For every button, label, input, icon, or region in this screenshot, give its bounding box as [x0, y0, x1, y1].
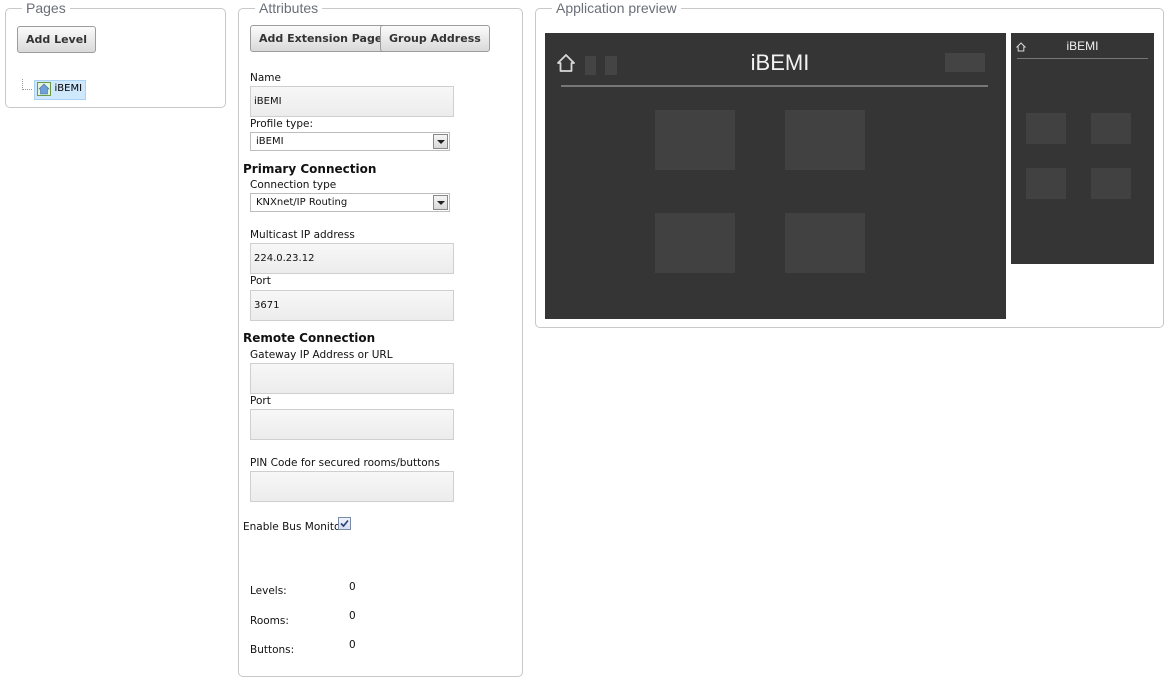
attributes-panel: Attributes Add Extension Page Group Addr…	[238, 0, 523, 677]
profile-type-select[interactable]: iBEMI	[250, 132, 450, 151]
application-preview-legend: Application preview	[552, 0, 681, 16]
levels-label: Levels:	[250, 585, 287, 597]
multicast-ip-label: Multicast IP address	[250, 229, 355, 241]
room-tile	[1026, 113, 1066, 144]
connection-type-value: KNXnet/IP Routing	[256, 197, 348, 208]
checkmark-icon	[340, 519, 349, 528]
dropdown-arrow-icon[interactable]	[433, 195, 448, 210]
primary-connection-heading: Primary Connection	[243, 162, 377, 176]
room-tile	[1091, 168, 1131, 199]
room-tile	[1091, 113, 1131, 144]
tree-connector	[22, 79, 32, 90]
room-tile	[1026, 168, 1066, 199]
tree-item-ibemi[interactable]: iBEMI	[34, 80, 87, 100]
rooms-value: 0	[349, 610, 356, 622]
pin-code-field[interactable]	[250, 471, 454, 502]
profile-type-label: Profile type:	[250, 118, 313, 130]
add-level-button[interactable]: Add Level	[17, 26, 96, 53]
remote-connection-heading: Remote Connection	[243, 331, 376, 345]
levels-value: 0	[349, 581, 356, 593]
connection-type-select[interactable]: KNXnet/IP Routing	[250, 193, 450, 212]
pages-legend: Pages	[22, 0, 70, 16]
home-page-icon	[37, 82, 51, 96]
buttons-label: Buttons:	[250, 644, 295, 656]
pages-panel: Pages Add Level iBEMI	[5, 0, 226, 108]
connection-type-label: Connection type	[250, 179, 337, 191]
attributes-legend: Attributes	[255, 0, 323, 16]
rooms-label: Rooms:	[250, 615, 289, 627]
name-label: Name	[250, 72, 281, 84]
header-divider	[1017, 58, 1148, 59]
buttons-value: 0	[349, 639, 356, 651]
group-address-button[interactable]: Group Address	[380, 25, 490, 52]
header-placeholder-button	[945, 53, 985, 72]
port-field[interactable]	[250, 290, 454, 321]
room-tile	[655, 213, 735, 273]
gateway-field[interactable]	[250, 363, 454, 394]
phone-title: iBEMI	[1066, 39, 1099, 53]
bus-monitor-label: Enable Bus Monitor	[243, 521, 345, 533]
room-tile	[655, 110, 735, 170]
profile-type-value: iBEMI	[256, 136, 284, 147]
remote-port-label: Port	[250, 395, 271, 407]
phone-preview: iBEMI	[1011, 33, 1154, 264]
tree-item-label: iBEMI	[54, 83, 83, 94]
bus-monitor-checkbox[interactable]	[338, 517, 351, 530]
room-tile	[785, 213, 865, 273]
multicast-ip-field[interactable]	[250, 243, 454, 274]
add-extension-page-button[interactable]: Add Extension Page	[250, 25, 392, 52]
remote-port-field[interactable]	[250, 409, 454, 440]
tablet-preview: iBEMI	[545, 33, 1006, 319]
dropdown-arrow-icon[interactable]	[433, 134, 448, 149]
header-divider	[561, 85, 988, 87]
port-label: Port	[250, 275, 271, 287]
gateway-label: Gateway IP Address or URL	[250, 349, 393, 361]
name-field[interactable]	[250, 86, 454, 117]
application-preview-panel: Application preview iBEMI iBEMI	[535, 0, 1164, 328]
room-tile	[785, 110, 865, 170]
pin-code-label: PIN Code for secured rooms/buttons	[250, 457, 440, 469]
